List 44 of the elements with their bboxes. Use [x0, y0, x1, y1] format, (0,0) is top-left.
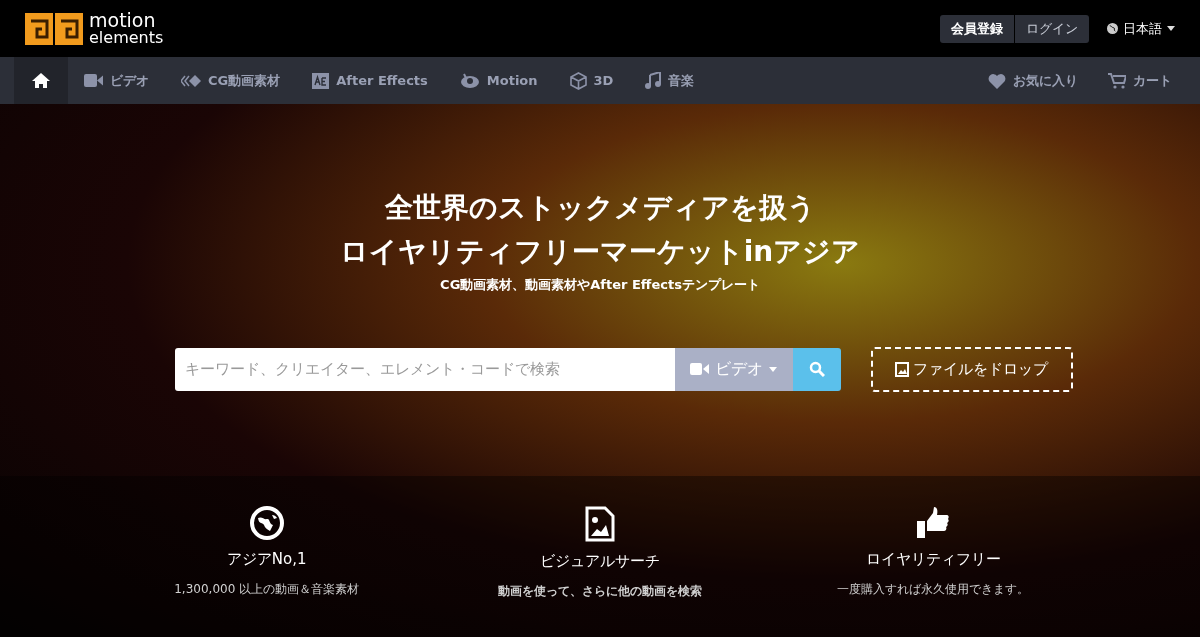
- music-note-icon: [645, 72, 662, 89]
- image-icon: [895, 361, 909, 377]
- thumbs-up-icon: [916, 506, 951, 540]
- image-file-icon: [585, 506, 615, 542]
- feature-description: 1,300,000 以上の動画＆音楽素材: [174, 580, 360, 598]
- hero-subtitle: CG動画素材、動画素材やAfter Effectsテンプレート: [440, 276, 760, 294]
- nav-tab[interactable]: Motion: [443, 57, 554, 104]
- language-menu[interactable]: 日本語: [1107, 18, 1175, 39]
- caret-icon: [1167, 26, 1175, 31]
- search-field[interactable]: キーワード、クリエイター、エレメント・コードで検索: [174, 347, 675, 391]
- video-camera-icon: [690, 363, 709, 375]
- feature-description: 動画を使って、さらに他の動画を検索: [498, 582, 702, 600]
- ae-icon: [312, 72, 330, 89]
- file-drop-zone[interactable]: ファイルをドロップ: [870, 346, 1073, 392]
- feature-title: ビジュアルサーチ: [540, 551, 660, 572]
- search-icon: [808, 361, 825, 377]
- language-label: 日本語: [1123, 19, 1162, 38]
- nav-tab[interactable]: 音楽: [629, 57, 711, 104]
- logo-text: elements: [89, 28, 164, 46]
- hero-title: ロイヤリティフリーマーケットinアジア: [339, 234, 861, 270]
- search-button[interactable]: [792, 347, 841, 391]
- nav-tab[interactable]: After Effects: [296, 57, 444, 104]
- cart-link[interactable]: カート: [1100, 57, 1180, 104]
- feature-title: アジアNo,1: [226, 549, 307, 570]
- nav-tab[interactable]: CG動画素材: [165, 57, 297, 104]
- home-tab[interactable]: [14, 57, 68, 104]
- logo-text: motion: [89, 11, 157, 29]
- cart-icon: [1108, 72, 1126, 89]
- nav-tab[interactable]: 3D: [553, 57, 630, 104]
- heart-icon: [988, 72, 1006, 89]
- cube-icon: [569, 71, 587, 90]
- auth-button[interactable]: ログイン: [1015, 14, 1089, 43]
- favorites-link[interactable]: お気に入り: [980, 57, 1086, 104]
- home-icon: [32, 73, 50, 88]
- hero-title: 全世界のストックメディアを扱う: [384, 190, 816, 226]
- nav-tab[interactable]: ビデオ: [68, 57, 165, 104]
- diamond-icon: [181, 74, 201, 87]
- video-camera-icon: [84, 74, 103, 87]
- auth-button[interactable]: 会員登録: [940, 14, 1014, 43]
- feature-description: 一度購入すれば永久使用できます。: [837, 580, 1030, 598]
- feature-title: ロイヤリティフリー: [865, 549, 1001, 570]
- caret-icon: [769, 366, 777, 372]
- logo-icon: [25, 12, 83, 45]
- motion-icon: [459, 72, 480, 89]
